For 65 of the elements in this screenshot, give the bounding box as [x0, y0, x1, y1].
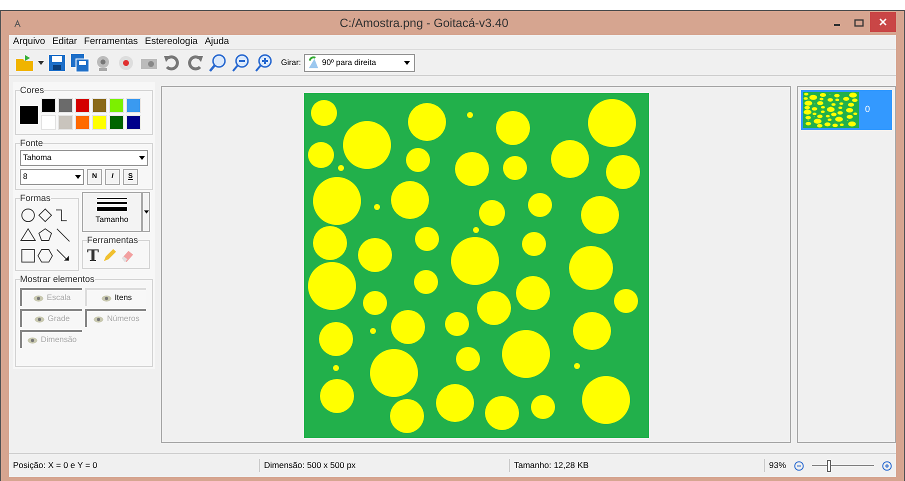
line-size-menu-button[interactable]: [142, 192, 150, 232]
menu-item[interactable]: Arquivo: [13, 34, 46, 50]
close-button[interactable]: [870, 12, 896, 32]
eye-icon: [34, 316, 45, 322]
eye-icon: [26, 336, 38, 344]
caret-icon[interactable]: [38, 60, 44, 64]
line-size-button[interactable]: Tamanho: [82, 192, 142, 232]
group-title: Cores: [20, 84, 44, 97]
color-swatch[interactable]: [41, 98, 56, 112]
redo-icon[interactable]: [185, 52, 205, 72]
color-swatch[interactable]: [58, 114, 73, 130]
color-swatch[interactable]: [75, 114, 90, 130]
thumbnail-image-drawing: [803, 92, 859, 128]
zoom-out-icon[interactable]: [231, 52, 251, 72]
window-title: C:/Amostra.png - Goitacá-v3.40: [338, 15, 510, 32]
rotate-label: Girar:: [281, 56, 301, 68]
group-title: Ferramentas: [87, 234, 138, 247]
close-icon: [879, 18, 887, 26]
zoom-in-icon[interactable]: [254, 52, 274, 72]
color-swatch[interactable]: [109, 114, 124, 130]
zoom-out-icon[interactable]: [794, 460, 804, 470]
rotate-value: 90º para direita: [322, 56, 378, 68]
size-status: Tamanho: 12,28 KB: [509, 459, 764, 472]
menu-item[interactable]: Ferramentas: [84, 34, 138, 50]
color-swatch[interactable]: [109, 98, 124, 112]
color-swatch[interactable]: [41, 114, 56, 130]
color-swatch[interactable]: [126, 114, 141, 130]
color-swatch[interactable]: [92, 98, 107, 112]
line-thickness-icon: [97, 198, 127, 212]
app-icon: [13, 18, 22, 28]
menu-item[interactable]: Estereologia: [144, 34, 198, 50]
position-status: Posição: X = 0 e Y = 0: [12, 459, 98, 472]
text-tool[interactable]: T: [87, 248, 99, 264]
color-swatch[interactable]: [126, 98, 141, 112]
group-title: Fonte: [20, 136, 44, 150]
rotate-dropdown[interactable]: 90º para direita: [304, 54, 415, 72]
toggle-button[interactable]: Itens: [84, 288, 146, 306]
color-swatch[interactable]: [75, 98, 90, 112]
maximize-icon: [854, 19, 864, 27]
undo-icon[interactable]: [162, 52, 182, 72]
rotate-icon: [307, 56, 320, 69]
color-swatch[interactable]: [58, 98, 73, 112]
dropdown-arrow-icon: [75, 175, 81, 179]
eye-icon: [32, 294, 44, 302]
caret-icon: [144, 210, 148, 214]
save-all-icon[interactable]: [70, 52, 90, 72]
font-dropdown[interactable]: Tahoma: [20, 150, 148, 166]
color-swatch[interactable]: [92, 114, 107, 130]
zoom-fit-icon[interactable]: [208, 52, 228, 72]
dropdown-arrow-icon: [404, 60, 410, 64]
menu-item[interactable]: Ajuda: [204, 34, 230, 50]
zoom-slider[interactable]: [812, 460, 874, 472]
dropdown-arrow-icon: [139, 156, 145, 160]
zoom-percent: 93%: [764, 459, 790, 472]
group-title: Formas: [20, 192, 51, 205]
eye-icon: [100, 294, 112, 302]
size-dropdown[interactable]: 8: [20, 169, 84, 185]
slider-thumb[interactable]: [826, 460, 830, 472]
menu-item[interactable]: Editar: [52, 34, 78, 50]
dimension-status: Dimensão: 500 x 500 px: [259, 459, 509, 472]
group-title: Mostrar elementos: [20, 272, 95, 286]
current-color[interactable]: [20, 106, 38, 124]
zoom-in-icon[interactable]: [882, 460, 892, 470]
save-icon[interactable]: [47, 52, 67, 72]
eye-icon: [93, 316, 104, 322]
